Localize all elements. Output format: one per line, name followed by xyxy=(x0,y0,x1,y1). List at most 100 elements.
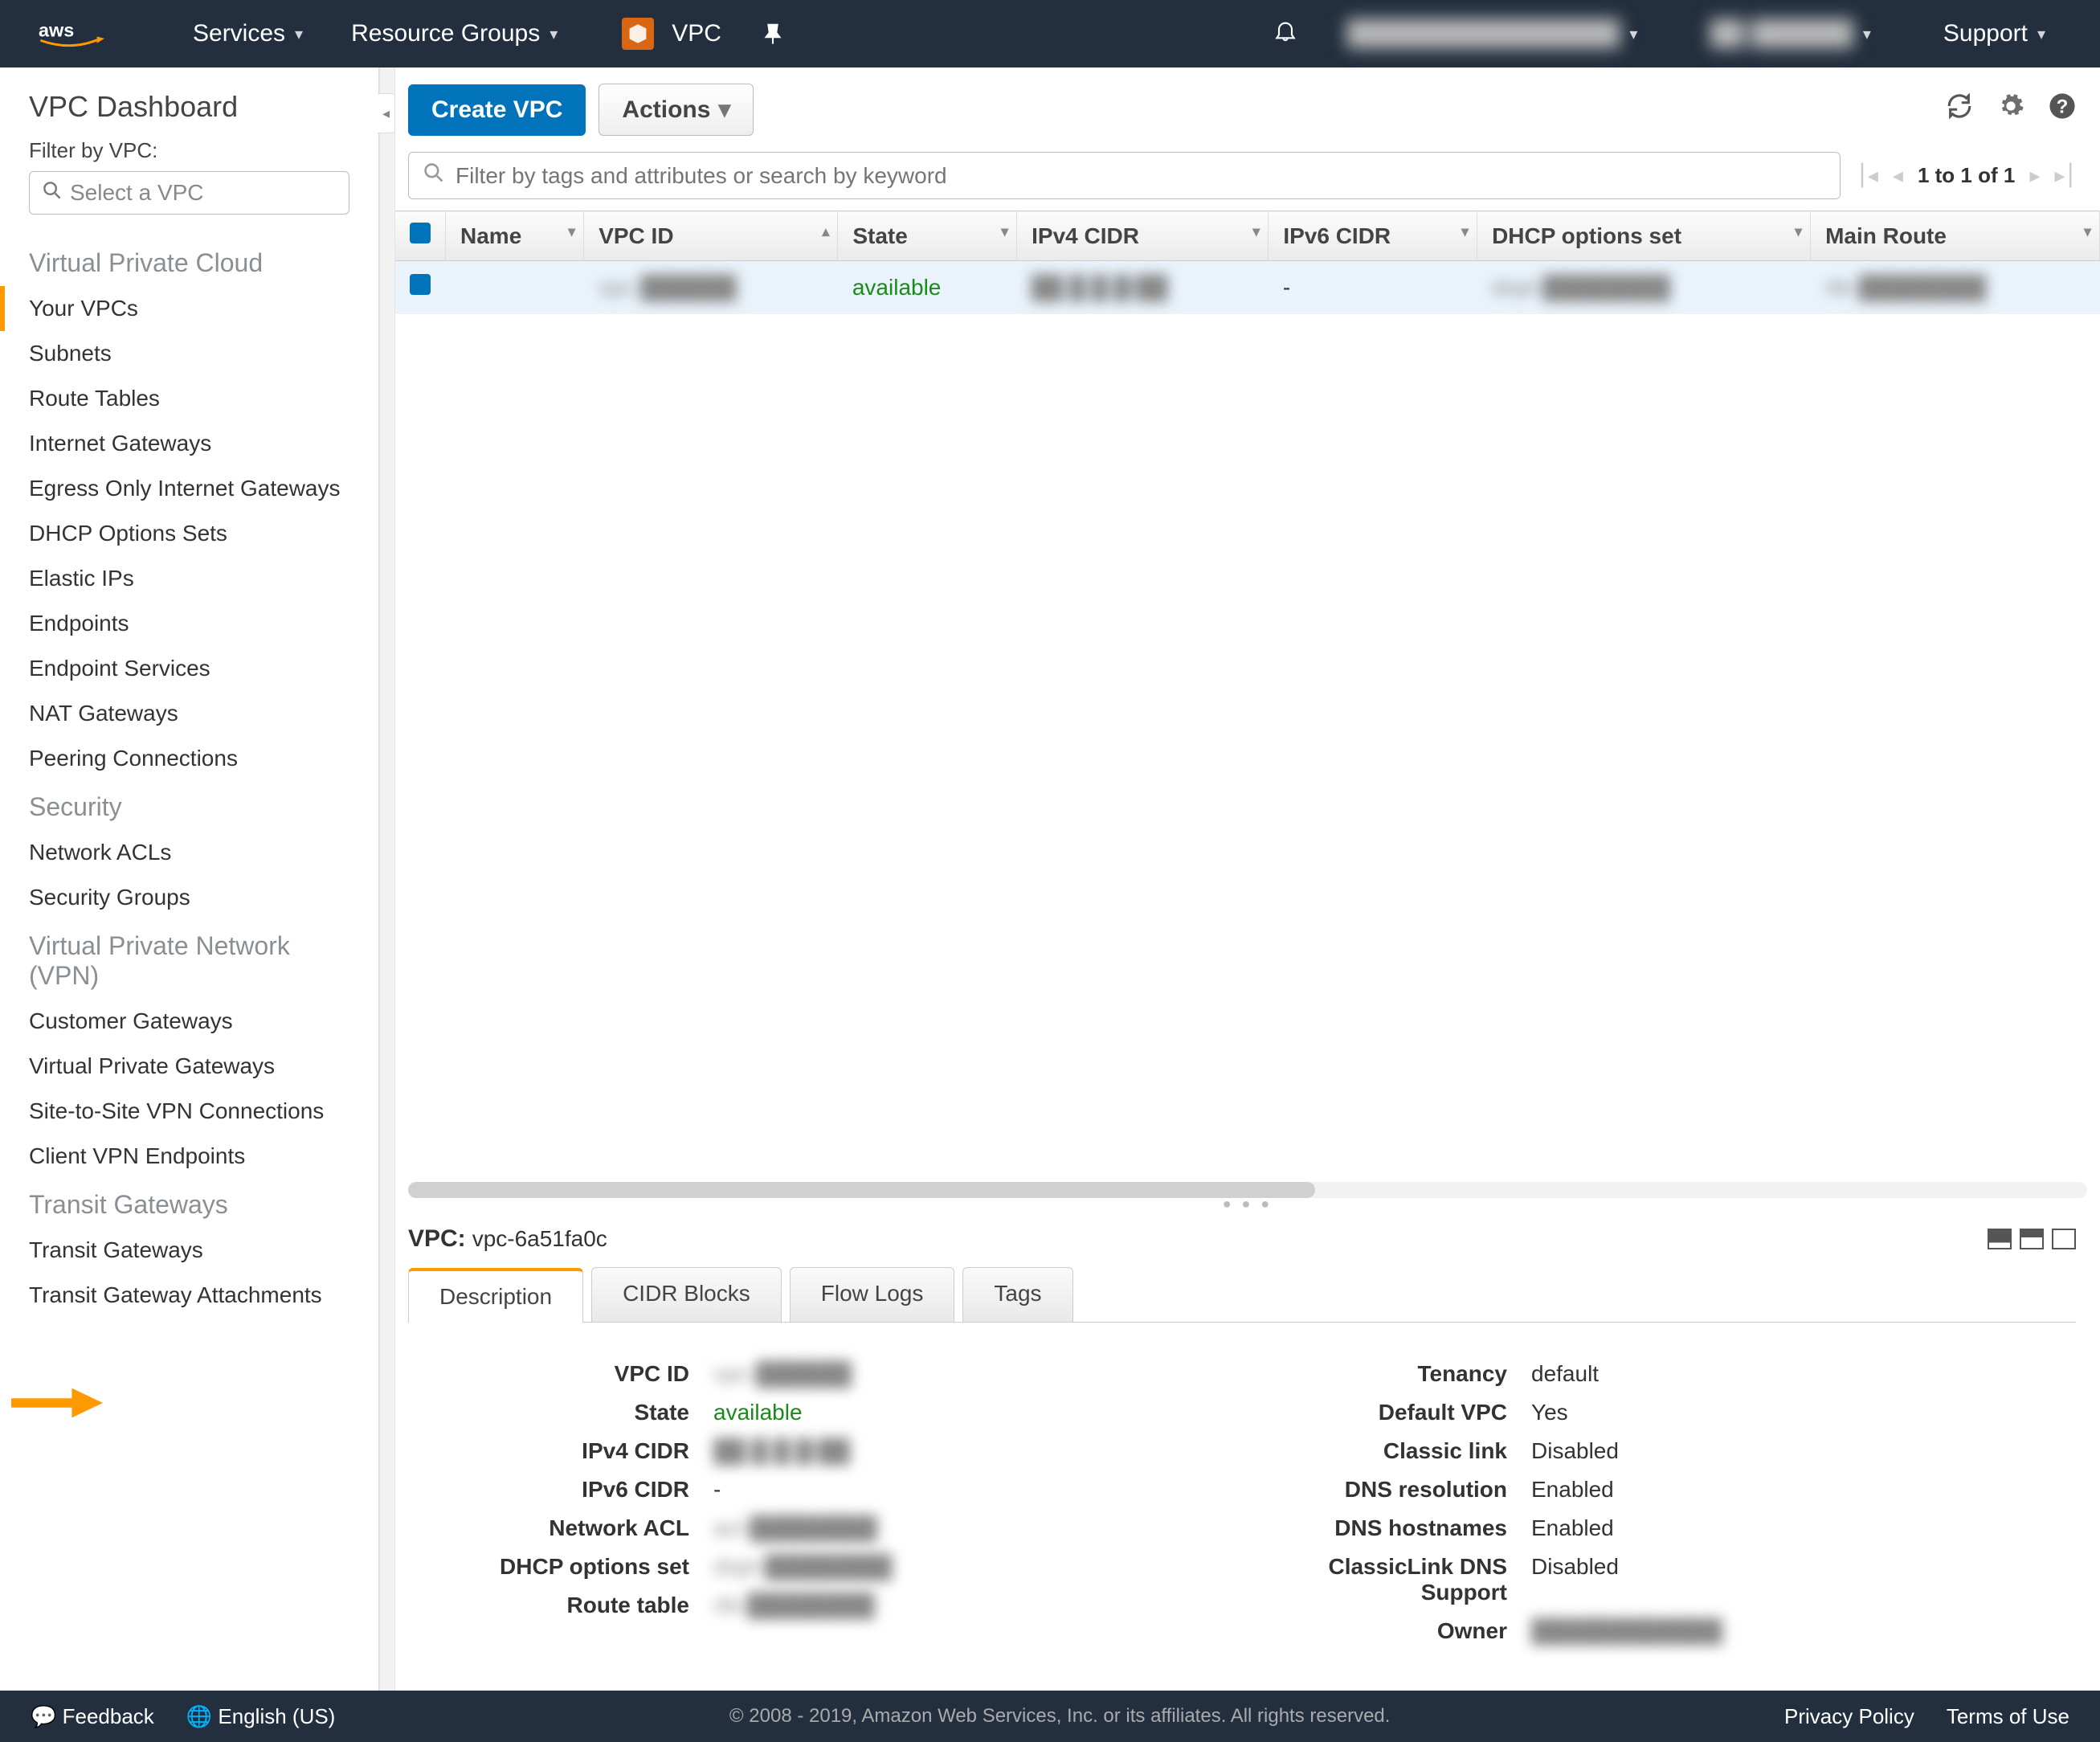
sidebar-item[interactable]: Internet Gateways xyxy=(0,421,378,466)
table-row[interactable]: vpc-██████available██.█.█.█/██-dopt-████… xyxy=(395,261,2100,314)
body: VPC Dashboard Filter by VPC: Select a VP… xyxy=(0,67,2100,1691)
col-header[interactable]: Main Route▾ xyxy=(1811,211,2100,261)
sidebar-item[interactable]: Endpoints xyxy=(0,601,378,646)
vpc-table: Name▾VPC ID▴State▾IPv4 CIDR▾IPv6 CIDR▾DH… xyxy=(395,211,2100,314)
sidebar-section-header: Transit Gateways xyxy=(0,1179,378,1228)
cell: - xyxy=(1269,261,1477,314)
page-first-icon[interactable]: ⎮◂ xyxy=(1857,163,1878,188)
nav-left: Services▾ Resource Groups▾ VPC xyxy=(169,18,784,50)
tab[interactable]: Description xyxy=(408,1268,583,1323)
tab[interactable]: Flow Logs xyxy=(790,1267,955,1322)
actions-label: Actions xyxy=(622,96,710,124)
bell-icon[interactable] xyxy=(1273,18,1298,50)
language-selector[interactable]: 🌐 English (US) xyxy=(186,1704,336,1729)
sidebar-item[interactable]: Network ACLs xyxy=(0,830,378,875)
sidebar-item[interactable]: Transit Gateways xyxy=(0,1228,378,1273)
page-prev-icon[interactable]: ◂ xyxy=(1893,163,1903,188)
region-menu[interactable]: ██ ██████ ▾ xyxy=(1685,20,1894,47)
vpc-filter-placeholder: Select a VPC xyxy=(70,180,204,206)
col-header[interactable]: DHCP options set▾ xyxy=(1477,211,1811,261)
feedback-link[interactable]: 💬 Feedback xyxy=(31,1704,154,1729)
kv-row: DNS hostnamesEnabled xyxy=(1242,1509,2060,1548)
kv-row: Stateavailable xyxy=(424,1393,1242,1432)
kv-row: IPv6 CIDR- xyxy=(424,1470,1242,1509)
tab[interactable]: CIDR Blocks xyxy=(591,1267,782,1322)
gear-icon[interactable] xyxy=(1997,92,2024,127)
sidebar-item[interactable]: Egress Only Internet Gateways xyxy=(0,466,378,511)
kv-key: Route table xyxy=(424,1593,713,1618)
account-menu[interactable]: ████████████████▾ xyxy=(1322,20,1661,47)
tab[interactable]: Tags xyxy=(962,1267,1072,1322)
terms-link[interactable]: Terms of Use xyxy=(1947,1704,2069,1729)
col-header[interactable]: IPv4 CIDR▾ xyxy=(1017,211,1269,261)
sidebar-item[interactable]: Endpoint Services xyxy=(0,646,378,691)
create-vpc-button[interactable]: Create VPC xyxy=(408,84,586,136)
support-menu[interactable]: Support▾ xyxy=(1919,20,2069,47)
checkbox[interactable] xyxy=(410,223,431,243)
h-scrollbar[interactable] xyxy=(408,1182,2087,1198)
checkbox[interactable] xyxy=(410,274,431,295)
sidebar-item[interactable]: Route Tables xyxy=(0,376,378,421)
sidebar-item[interactable]: Client VPN Endpoints xyxy=(0,1134,378,1179)
search-icon xyxy=(423,162,444,189)
view-collapsed-icon[interactable] xyxy=(1988,1229,2012,1249)
svg-text:aws: aws xyxy=(39,20,74,41)
aws-logo[interactable]: aws xyxy=(0,0,104,67)
page-last-icon[interactable]: ▸⎮ xyxy=(2054,163,2076,188)
search-input[interactable] xyxy=(456,163,1825,189)
toolbar: Create VPC Actions ▾ ? xyxy=(395,67,2100,152)
kv-key: IPv4 CIDR xyxy=(424,1438,713,1464)
col-header[interactable]: VPC ID▴ xyxy=(584,211,838,261)
sidebar-section-header: Security xyxy=(0,781,378,830)
help-icon[interactable]: ? xyxy=(2049,92,2076,127)
actions-button[interactable]: Actions ▾ xyxy=(599,84,754,136)
sidebar-item[interactable]: Security Groups xyxy=(0,875,378,920)
sidebar-item[interactable]: DHCP Options Sets xyxy=(0,511,378,556)
resource-groups-menu[interactable]: Resource Groups▾ xyxy=(327,20,582,47)
kv-row: VPC IDvpc-██████ xyxy=(424,1355,1242,1393)
arrow-indicator xyxy=(11,1380,104,1425)
chevron-down-icon: ▾ xyxy=(718,96,730,124)
vertical-divider xyxy=(379,67,395,1691)
scroll-thumb[interactable] xyxy=(408,1182,1315,1198)
vpc-filter-select[interactable]: Select a VPC xyxy=(29,171,349,215)
services-menu[interactable]: Services▾ xyxy=(169,20,327,47)
footer-copyright: © 2008 - 2019, Amazon Web Services, Inc.… xyxy=(335,1705,1784,1728)
sidebar-collapse[interactable]: ◂ xyxy=(378,93,395,133)
refresh-icon[interactable] xyxy=(1946,92,1973,127)
view-split-icon[interactable] xyxy=(2020,1229,2044,1249)
sidebar-item[interactable]: Peering Connections xyxy=(0,736,378,781)
kv-row: IPv4 CIDR██.█.█.█/██ xyxy=(424,1432,1242,1470)
sidebar-item[interactable]: Virtual Private Gateways xyxy=(0,1044,378,1089)
col-header[interactable]: Name▾ xyxy=(446,211,584,261)
sort-icon: ▾ xyxy=(1252,223,1260,240)
cell: dopt-████████ xyxy=(1477,261,1811,314)
sidebar-item[interactable]: Your VPCs xyxy=(0,286,378,331)
sidebar-item[interactable]: NAT Gateways xyxy=(0,691,378,736)
kv-key: ClassicLink DNS Support xyxy=(1242,1554,1531,1605)
vpc-service-link[interactable]: VPC xyxy=(598,18,746,50)
cell: vpc-██████ xyxy=(584,261,838,314)
col-header[interactable] xyxy=(395,211,446,261)
page-next-icon[interactable]: ▸ xyxy=(2029,163,2040,188)
chevron-down-icon: ▾ xyxy=(295,24,303,44)
splitter[interactable]: ● ● ● xyxy=(395,1198,2100,1209)
toolbar-icons: ? xyxy=(1946,92,2076,127)
pin-icon[interactable] xyxy=(762,22,784,45)
col-header[interactable]: State▾ xyxy=(838,211,1017,261)
col-header[interactable]: IPv6 CIDR▾ xyxy=(1269,211,1477,261)
sort-icon: ▴ xyxy=(822,223,829,240)
sidebar-item[interactable]: Subnets xyxy=(0,331,378,376)
sidebar-item[interactable]: Site-to-Site VPN Connections xyxy=(0,1089,378,1134)
search-box[interactable] xyxy=(408,152,1841,199)
privacy-link[interactable]: Privacy Policy xyxy=(1784,1704,1914,1729)
kv-value: ████████████ xyxy=(1531,1618,2060,1644)
main: Create VPC Actions▾ ? ⎮◂ ◂ 1 to 1 of 1 xyxy=(395,67,2100,1691)
sidebar-item[interactable]: Elastic IPs xyxy=(0,556,378,601)
footer-left: 💬 Feedback 🌐 English (US) xyxy=(31,1704,335,1729)
sidebar-item[interactable]: Customer Gateways xyxy=(0,999,378,1044)
chevron-down-icon: ▾ xyxy=(1863,24,1871,44)
view-full-icon[interactable] xyxy=(2052,1229,2076,1249)
sidebar-item[interactable]: Transit Gateway Attachments xyxy=(0,1273,378,1318)
region-text: ██ ██████ xyxy=(1710,20,1853,47)
